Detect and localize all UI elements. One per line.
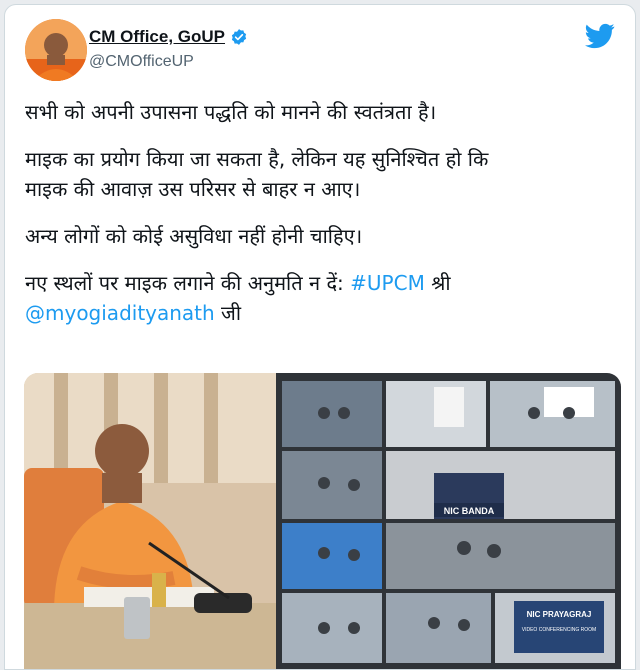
avatar-image <box>25 19 87 81</box>
video-conference-photo: NIC BANDA NIC PRAYAGRAJ VIDEO CONFERENCI… <box>24 373 621 669</box>
tweet-card[interactable]: CM Office, GoUP @CMOfficeUP सभी को अपनी … <box>4 4 636 670</box>
tweet-line: सभी को अपनी उपासना पद्धति को मानने की स्… <box>25 100 437 124</box>
verified-badge-icon <box>231 29 247 45</box>
twitter-bird-icon[interactable] <box>585 23 615 49</box>
tweet-paragraph: माइक का प्रयोग किया जा सकता है, लेकिन यह… <box>25 144 625 204</box>
tweet-line: माइक का प्रयोग किया जा सकता है, लेकिन यह… <box>25 147 489 171</box>
tweet-paragraph: नए स्थलों पर माइक लगाने की अनुमति न दें:… <box>25 268 625 328</box>
tweet-line: जी <box>214 301 242 325</box>
tweet-text: सभी को अपनी उपासना पद्धति को मानने की स्… <box>25 97 625 345</box>
avatar[interactable] <box>25 19 87 81</box>
screen-label: NIC BANDA <box>444 506 495 516</box>
screen-label: VIDEO CONFERENCING ROOM <box>522 627 596 633</box>
tweet-line: नए स्थलों पर माइक लगाने की अनुमति न दें: <box>25 271 351 295</box>
mention-link[interactable]: @myogiadityanath <box>25 301 215 325</box>
user-handle[interactable]: @CMOfficeUP <box>89 53 194 71</box>
hashtag-link[interactable]: #UPCM <box>350 271 425 295</box>
display-name[interactable]: CM Office, GoUP <box>89 27 225 47</box>
tweet-media-photo[interactable]: NIC BANDA NIC PRAYAGRAJ VIDEO CONFERENCI… <box>24 373 621 669</box>
tweet-line: श्री <box>424 271 451 295</box>
tweet-line: अन्य लोगों को कोई असुविधा नहीं होनी चाहि… <box>25 224 363 248</box>
tweet-line: माइक की आवाज़ उस परिसर से बाहर न आए। <box>25 177 361 201</box>
screen-label: NIC PRAYAGRAJ <box>527 610 592 619</box>
